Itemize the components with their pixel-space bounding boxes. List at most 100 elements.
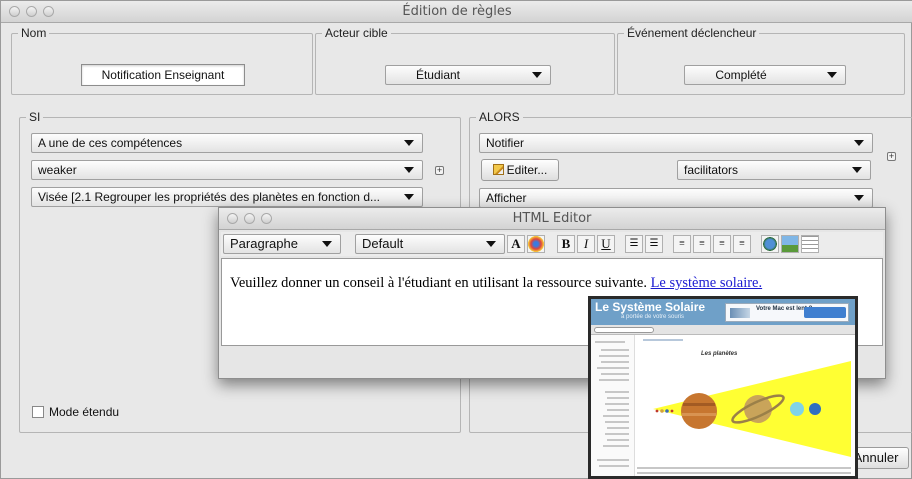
solar-system-link[interactable]: Le système solaire. xyxy=(651,275,763,291)
sidebar-line xyxy=(601,373,629,375)
uranus-planet-icon xyxy=(790,402,804,416)
ad-logo-icon xyxy=(730,308,750,318)
chevron-down-icon xyxy=(404,194,414,200)
editer-label: Editer... xyxy=(506,163,548,177)
editor-toolbar: Paragraphe Default A B I U ☰ ☰ ≡ ≡ ≡ ≡ xyxy=(221,232,883,256)
neptune-planet-icon xyxy=(809,403,821,415)
add-condition-icon[interactable]: + xyxy=(435,166,444,175)
chevron-down-icon xyxy=(827,72,837,78)
evenement-legend: Événement déclencheur xyxy=(624,26,760,40)
chevron-down-icon xyxy=(322,241,332,247)
align-center-icon[interactable]: ≡ xyxy=(693,235,711,253)
sidebar-line xyxy=(607,409,629,411)
mode-etendu-checkbox[interactable] xyxy=(32,406,44,418)
alors-recipient-select[interactable]: facilitators xyxy=(677,160,871,180)
sidebar-line xyxy=(605,433,629,435)
color-picker-icon[interactable] xyxy=(527,235,545,253)
alors-action2-select[interactable]: Afficher xyxy=(479,188,873,208)
sidebar-line xyxy=(605,421,629,423)
window-titlebar: Édition de règles xyxy=(1,1,912,23)
pencil-icon xyxy=(492,164,504,175)
acteur-legend: Acteur cible xyxy=(322,26,391,40)
window-title: Édition de règles xyxy=(402,4,512,19)
acteur-group: Acteur cible xyxy=(315,26,615,95)
numbered-list-icon[interactable]: ☰ xyxy=(645,235,663,253)
mars-planet-icon xyxy=(670,409,674,413)
alors-recipient-value: facilitators xyxy=(684,163,739,177)
editor-title: HTML Editor xyxy=(512,211,592,226)
alors-action2-value: Afficher xyxy=(486,191,527,205)
evenement-select[interactable]: Complété xyxy=(684,65,846,85)
sidebar-line xyxy=(607,427,629,429)
sidebar-line xyxy=(607,397,629,399)
preview-site-title: Le Système Solaire xyxy=(595,300,706,314)
si-condition-select[interactable]: A une de ces compétences xyxy=(31,133,423,153)
font-value: Default xyxy=(362,236,404,251)
sidebar-line xyxy=(597,367,629,369)
si-target-select[interactable]: Visée [2.1 Regrouper les propriétés des … xyxy=(31,187,423,207)
align-left-icon[interactable]: ≡ xyxy=(673,235,691,253)
si-legend: SI xyxy=(26,110,44,124)
sidebar-line xyxy=(603,445,629,447)
acteur-select[interactable]: Étudiant xyxy=(385,65,551,85)
si-target-value: Visée [2.1 Regrouper les propriétés des … xyxy=(38,190,380,204)
acteur-selected-value: Étudiant xyxy=(415,68,461,82)
earth-planet-icon xyxy=(665,409,669,413)
editor-content-text: Veuillez donner un conseil à l'étudiant … xyxy=(230,275,651,291)
sidebar-line xyxy=(599,355,629,357)
ad-button-icon xyxy=(804,307,846,318)
mode-etendu-label: Mode étendu xyxy=(49,405,120,419)
insert-image-icon[interactable] xyxy=(781,235,799,253)
underline-button[interactable]: U xyxy=(597,235,615,253)
mercury-planet-icon xyxy=(655,409,659,413)
jupiter-band-shape xyxy=(683,403,715,406)
alors-action-select[interactable]: Notifier xyxy=(479,133,873,153)
add-action-icon[interactable]: + xyxy=(887,152,896,161)
preview-site-subtitle: à portée de votre souris xyxy=(621,314,685,320)
link-preview-popup: Le Système Solaire à portée de votre sou… xyxy=(588,296,858,479)
sidebar-line xyxy=(599,465,629,467)
paragraph-style-select[interactable]: Paragraphe xyxy=(223,234,341,254)
sidebar-line xyxy=(599,379,629,381)
editor-content: Veuillez donner un conseil à l'étudiant … xyxy=(230,275,762,292)
chevron-down-icon xyxy=(532,72,542,78)
insert-table-icon[interactable] xyxy=(801,235,819,253)
italic-button[interactable]: I xyxy=(577,235,595,253)
bold-button[interactable]: B xyxy=(557,235,575,253)
alors-legend: ALORS xyxy=(476,110,523,124)
preview-page-heading: Les planètes xyxy=(701,351,738,357)
evenement-selected-value: Complété xyxy=(715,68,767,82)
si-condition-value: A une de ces compétences xyxy=(38,136,183,150)
sidebar-line xyxy=(597,459,629,461)
chevron-down-icon xyxy=(852,167,862,173)
jupiter-planet-icon xyxy=(681,393,717,429)
preview-search-icon xyxy=(594,327,654,333)
footer-line xyxy=(637,472,851,474)
preview-breadcrumb xyxy=(643,339,683,341)
editer-button[interactable]: Editer... xyxy=(481,159,559,181)
venus-planet-icon xyxy=(660,409,664,413)
sidebar-line xyxy=(601,349,629,351)
align-right-icon[interactable]: ≡ xyxy=(713,235,731,253)
font-size-icon[interactable]: A xyxy=(507,235,525,253)
evenement-group: Événement déclencheur xyxy=(617,26,905,95)
jupiter-band-shape xyxy=(682,413,716,416)
chevron-down-icon xyxy=(404,167,414,173)
si-level-select[interactable]: weaker xyxy=(31,160,423,180)
sidebar-line xyxy=(595,341,625,343)
nom-legend: Nom xyxy=(18,26,50,40)
alors-action-value: Notifier xyxy=(486,136,525,150)
link-globe-icon[interactable] xyxy=(761,235,779,253)
chevron-down-icon xyxy=(854,195,864,201)
bullet-list-icon[interactable]: ☰ xyxy=(625,235,643,253)
saturn-planet-icon xyxy=(744,395,772,423)
paragraph-style-value: Paragraphe xyxy=(230,236,298,251)
nom-input[interactable]: Notification Enseignant xyxy=(81,64,245,86)
font-select[interactable]: Default xyxy=(355,234,505,254)
preview-nav-bar xyxy=(591,325,855,335)
si-level-value: weaker xyxy=(38,163,77,177)
planets-illustration xyxy=(653,361,851,457)
align-justify-icon[interactable]: ≡ xyxy=(733,235,751,253)
preview-header: Le Système Solaire à portée de votre sou… xyxy=(591,299,855,325)
sidebar-line xyxy=(605,403,629,405)
